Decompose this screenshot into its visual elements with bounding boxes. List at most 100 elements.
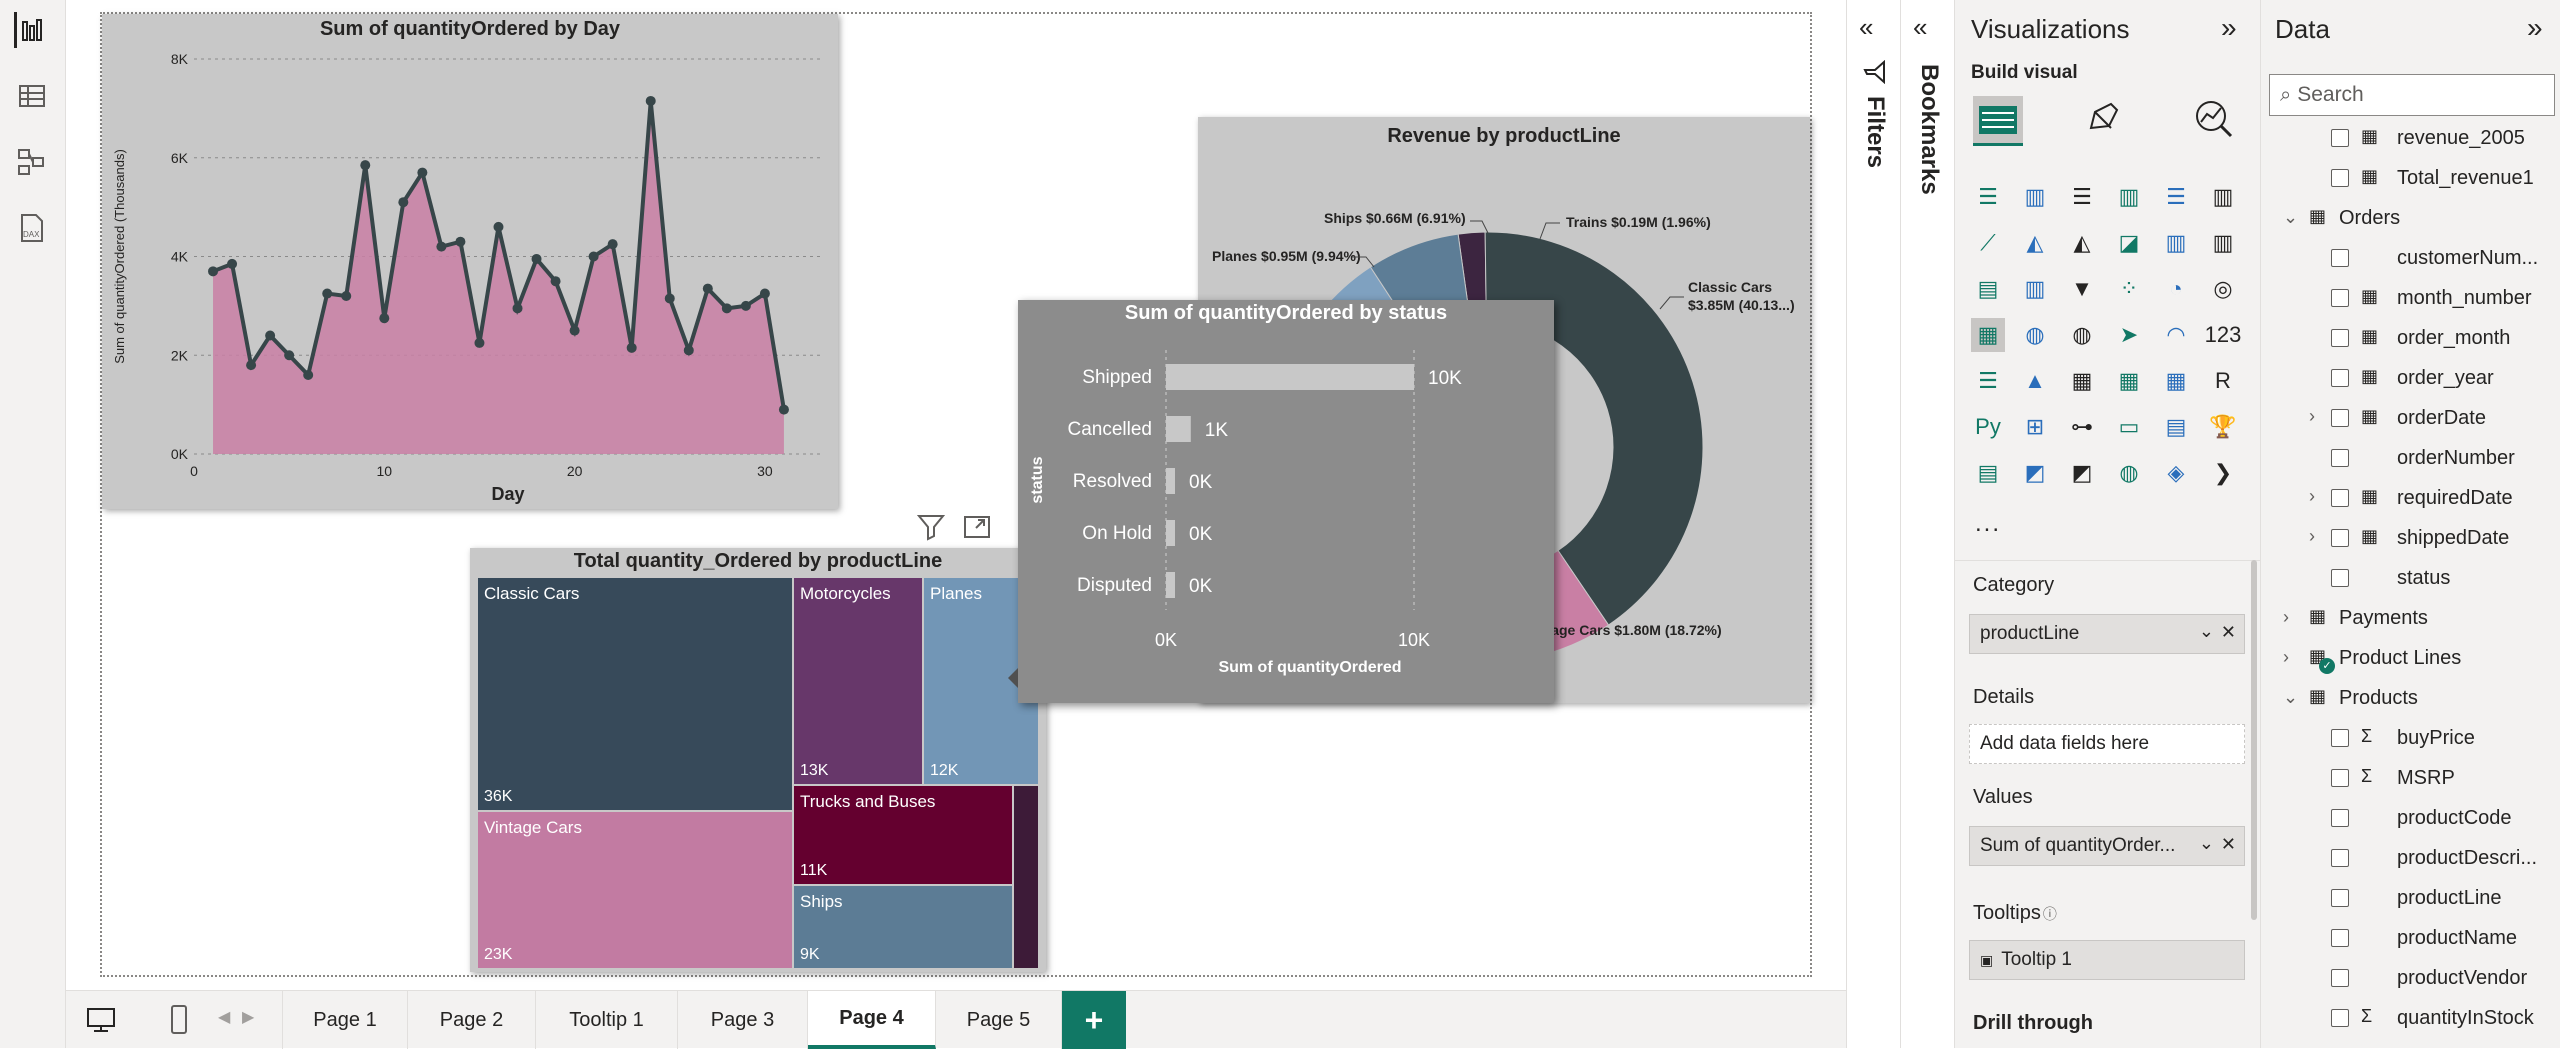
desktop-layout-icon[interactable] xyxy=(84,1003,118,1037)
stacked-bar-chart-icon[interactable]: ☰ xyxy=(1971,180,2005,214)
table-item[interactable]: ⌄ ▦ Orders xyxy=(2261,198,2560,238)
100-stacked-bar-chart-icon[interactable]: ☰ xyxy=(2159,180,2193,214)
remove-field-icon[interactable]: ✕ xyxy=(2221,834,2236,855)
treemap-tile[interactable]: Ships 9K xyxy=(794,886,1012,968)
stacked-area-chart-icon[interactable]: ◭ xyxy=(2065,226,2099,260)
format-visual-tab-icon[interactable] xyxy=(2083,98,2123,143)
field-checkbox[interactable] xyxy=(2331,849,2349,867)
qa-icon[interactable]: ▭ xyxy=(2112,410,2146,444)
field-checkbox[interactable] xyxy=(2331,889,2349,907)
field-item[interactable]: productName xyxy=(2261,918,2560,958)
field-checkbox[interactable] xyxy=(2331,769,2349,787)
chevron-right-icon[interactable]: › xyxy=(2283,647,2289,668)
funnel-chart-icon[interactable]: ▼ xyxy=(2065,272,2099,306)
table-icon[interactable]: ▦ xyxy=(2112,364,2146,398)
r-visual-icon[interactable]: R xyxy=(2206,364,2240,398)
mobile-layout-icon[interactable] xyxy=(162,1003,196,1037)
kpi-icon[interactable]: ▲ xyxy=(2018,364,2052,398)
model-view-icon[interactable] xyxy=(14,144,50,180)
build-visual-tab-icon[interactable] xyxy=(1973,96,2023,146)
stacked-column-chart-icon[interactable]: ▥ xyxy=(2018,180,2052,214)
field-item[interactable]: ΣquantityInStock xyxy=(2261,998,2560,1038)
decomposition-tree-icon[interactable]: ⊶ xyxy=(2065,410,2099,444)
details-well[interactable]: Add data fields here xyxy=(1969,724,2245,764)
chevron-down-icon[interactable]: ⌄ xyxy=(2199,833,2214,854)
expand-filters-icon[interactable]: « xyxy=(1859,12,1873,43)
key-influencers-icon[interactable]: ⊞ xyxy=(2018,410,2052,444)
remove-field-icon[interactable]: ✕ xyxy=(2221,622,2236,643)
dax-query-view-icon[interactable]: DAX xyxy=(14,210,50,246)
scrollbar[interactable] xyxy=(2251,560,2257,920)
field-item[interactable]: Σ MSRP xyxy=(2261,758,2560,798)
chevron-right-icon[interactable]: › xyxy=(2309,526,2315,547)
treemap-tile[interactable]: Trucks and Buses 11K xyxy=(794,786,1012,884)
field-checkbox[interactable] xyxy=(2331,489,2349,507)
field-checkbox[interactable] xyxy=(2331,369,2349,387)
field-item[interactable]: ▦ order_year xyxy=(2261,358,2560,398)
chevron-down-icon[interactable]: ⌄ xyxy=(2283,687,2298,708)
line-stacked-column-icon[interactable]: ▥ xyxy=(2159,226,2193,260)
report-view-icon[interactable] xyxy=(14,12,50,48)
narrative-icon[interactable]: ▤ xyxy=(2159,410,2193,444)
field-checkbox[interactable] xyxy=(2331,169,2349,187)
pie-chart-icon[interactable]: ◔ xyxy=(2159,272,2193,306)
collapse-data-icon[interactable]: » xyxy=(2527,12,2543,44)
search-input[interactable]: ⌕ Search xyxy=(2269,74,2555,116)
area-chart-icon[interactable]: ◭ xyxy=(2018,226,2052,260)
line-chart-icon[interactable]: ⟋ xyxy=(1971,226,2005,260)
trophy-icon[interactable]: 🏆 xyxy=(2206,410,2240,444)
table-item[interactable]: › ▦ Payments xyxy=(2261,598,2560,638)
paginated-report-icon[interactable]: ▤ xyxy=(1971,456,2005,490)
field-checkbox[interactable] xyxy=(2331,449,2349,467)
field-item[interactable]: › ▦ orderDate xyxy=(2261,398,2560,438)
field-checkbox[interactable] xyxy=(2331,729,2349,747)
page-tab[interactable]: Page 3 xyxy=(678,991,808,1049)
multi-row-card-icon[interactable]: ☰ xyxy=(1971,364,2005,398)
table-view-icon[interactable] xyxy=(14,78,50,114)
field-checkbox[interactable] xyxy=(2331,809,2349,827)
power-automate-icon[interactable]: ◩ xyxy=(2065,456,2099,490)
ribbon-chart-icon[interactable]: ▤ xyxy=(1971,272,2005,306)
chevron-down-icon[interactable]: ⌄ xyxy=(2199,621,2214,642)
field-item[interactable]: orderNumber xyxy=(2261,438,2560,478)
treemap-tile[interactable]: Vintage Cars 23K xyxy=(478,812,792,968)
field-item[interactable]: productVendor xyxy=(2261,958,2560,998)
field-item[interactable]: ΣbuyPrice xyxy=(2261,718,2560,758)
bookmarks-pane-collapsed[interactable]: « Bookmarks xyxy=(1900,0,1954,1048)
azure-map-icon[interactable]: ➤ xyxy=(2112,318,2146,352)
scatter-chart-icon[interactable]: ⁘ xyxy=(2112,272,2146,306)
page-tab[interactable]: Page 5 xyxy=(936,991,1062,1049)
analytics-tab-icon[interactable] xyxy=(2193,98,2233,143)
diamond-visual-icon[interactable]: ◈ xyxy=(2159,456,2193,490)
treemap-tile[interactable]: Classic Cars 36K xyxy=(478,578,792,810)
treemap-tile[interactable] xyxy=(1014,786,1038,968)
field-item[interactable]: ▦ Total_revenue1 xyxy=(2261,158,2560,198)
card-icon[interactable]: 123 xyxy=(2205,318,2242,352)
chevron-right-icon[interactable]: › xyxy=(2283,607,2289,628)
treemap-visual[interactable]: Total quantity_Ordered by productLine Cl… xyxy=(470,548,1046,972)
category-well[interactable]: productLine ⌄ ✕ xyxy=(1969,614,2245,654)
field-item[interactable]: productCode xyxy=(2261,798,2560,838)
filter-icon[interactable] xyxy=(916,512,950,546)
map-icon[interactable]: ◍ xyxy=(2018,318,2052,352)
100-stacked-column-chart-icon[interactable]: ▥ xyxy=(2206,180,2240,214)
collapse-visualizations-icon[interactable]: » xyxy=(2221,12,2237,44)
table-item[interactable]: › ▦ ✓ Product Lines xyxy=(2261,638,2560,678)
field-checkbox[interactable] xyxy=(2331,409,2349,427)
line-clustered-column-icon[interactable]: ▥ xyxy=(2206,226,2240,260)
field-item[interactable]: ▦ month_number xyxy=(2261,278,2560,318)
tooltips-well[interactable]: ▣ Tooltip 1 xyxy=(1969,940,2245,980)
field-checkbox[interactable] xyxy=(2331,329,2349,347)
field-item[interactable]: ▦ revenue_2005 xyxy=(2261,118,2560,158)
arcgis-map-icon[interactable]: ◍ xyxy=(2112,456,2146,490)
add-page-button[interactable]: + xyxy=(1062,991,1126,1049)
slicer-icon[interactable]: ▦ xyxy=(2065,364,2099,398)
donut-chart-icon[interactable]: ◎ xyxy=(2206,272,2240,306)
clustered-column-chart-icon[interactable]: ▥ xyxy=(2112,180,2146,214)
field-checkbox[interactable] xyxy=(2331,929,2349,947)
field-item[interactable]: productDescri... xyxy=(2261,838,2560,878)
next-page-icon[interactable]: ▶ xyxy=(242,1007,254,1027)
treemap-icon[interactable]: ▦ xyxy=(1971,318,2005,352)
field-checkbox[interactable] xyxy=(2331,129,2349,147)
page-tab[interactable]: Tooltip 1 xyxy=(536,991,678,1049)
